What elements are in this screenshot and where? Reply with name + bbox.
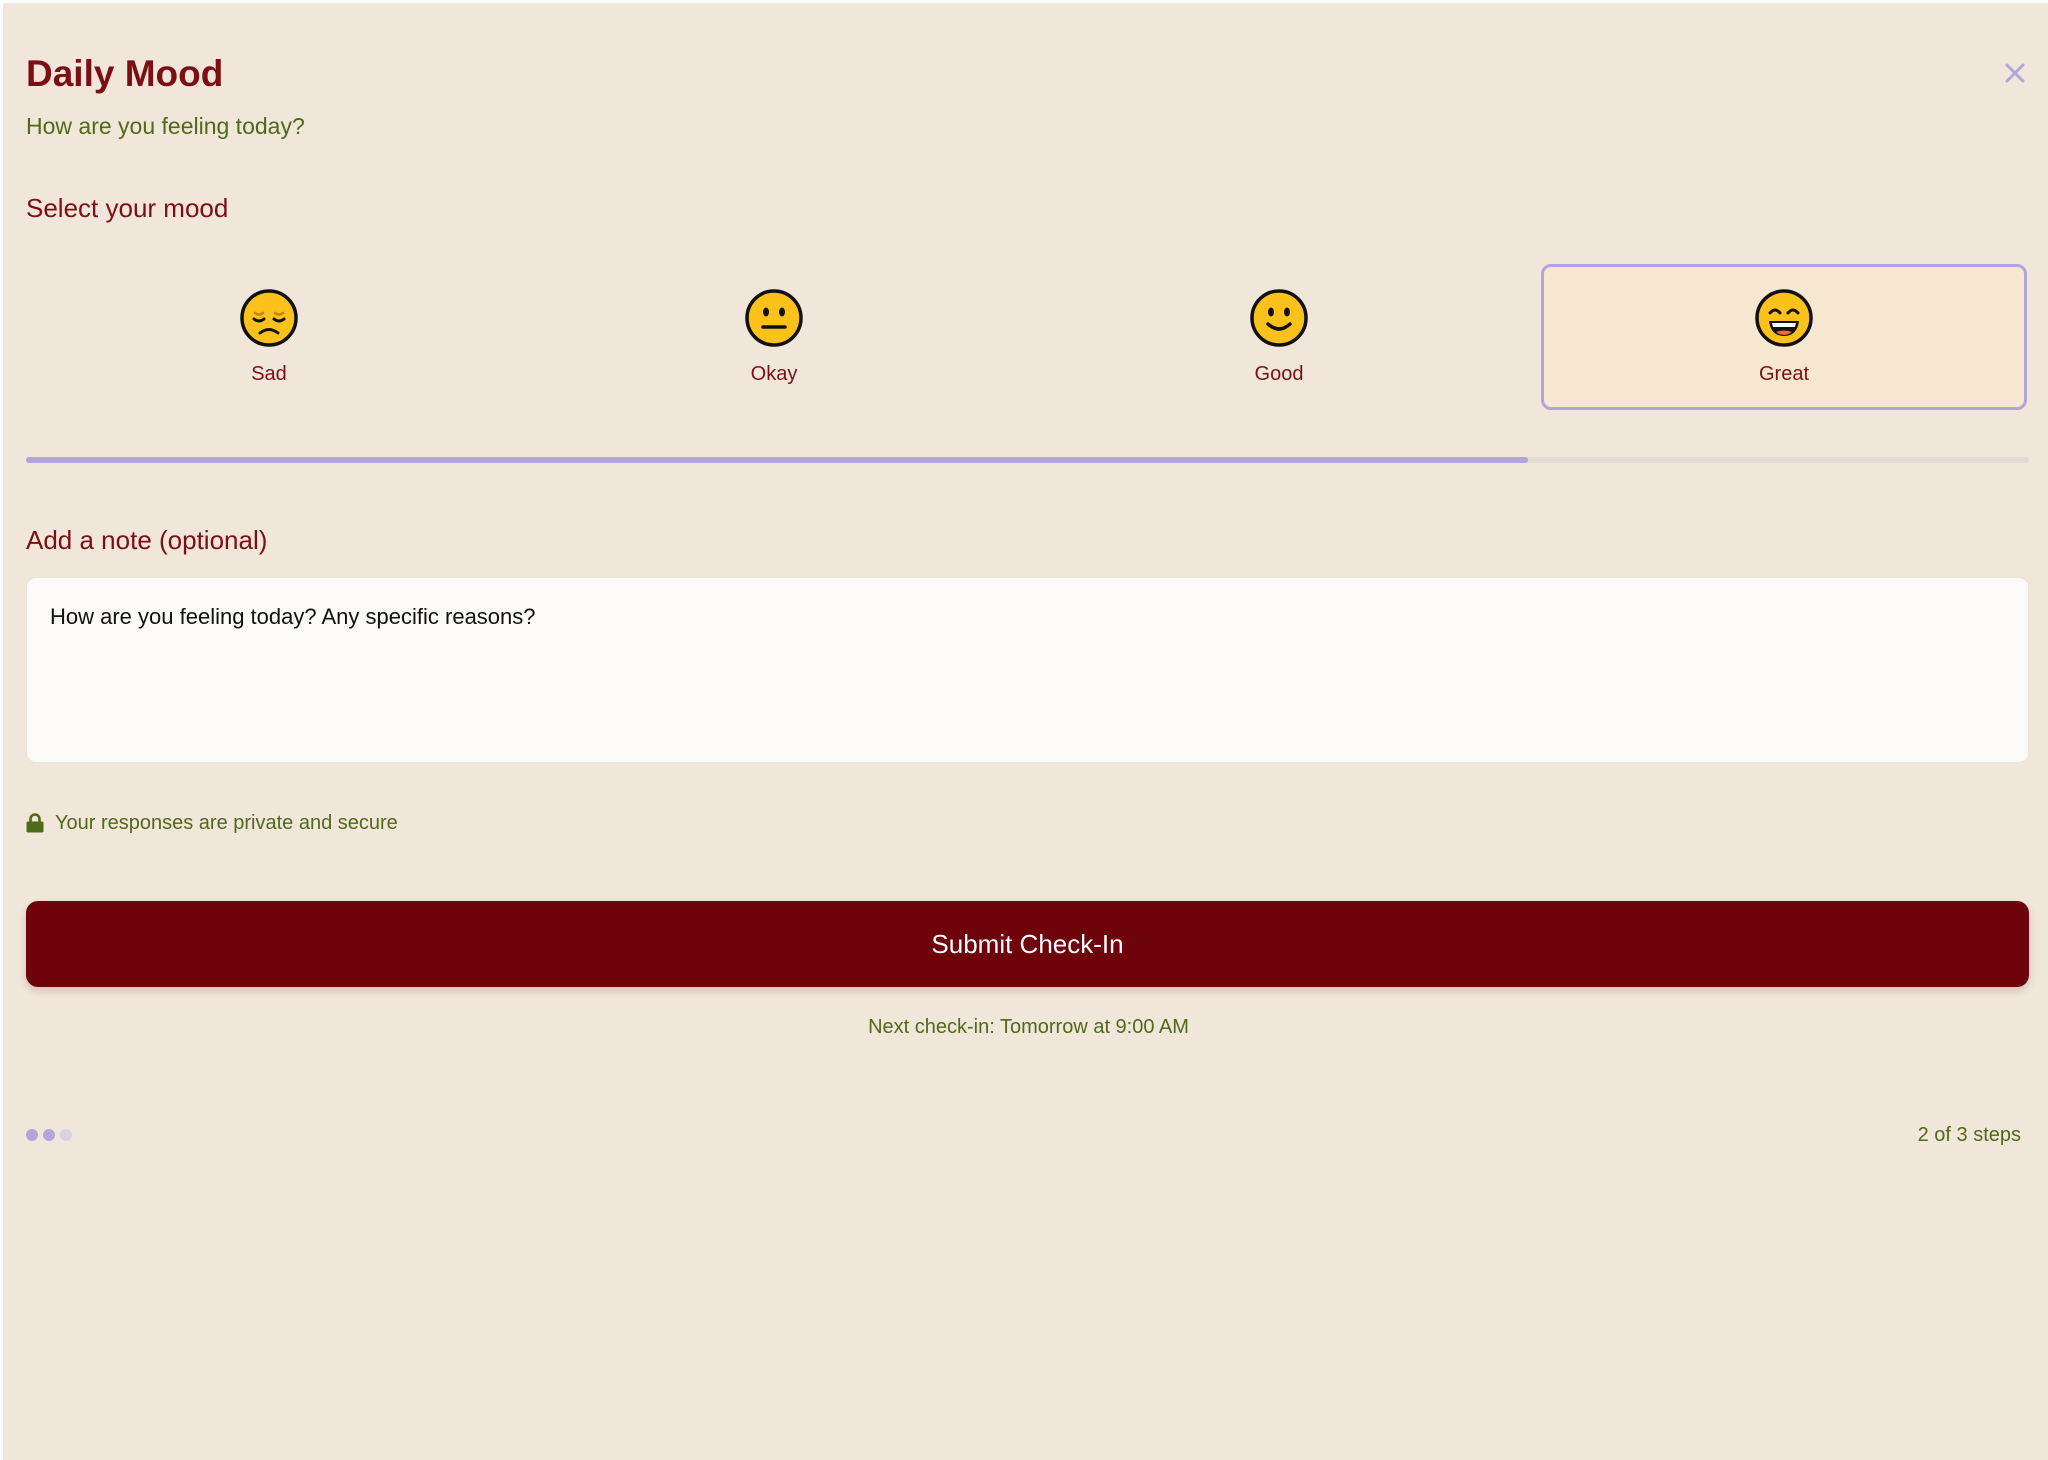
close-button[interactable] xyxy=(1999,57,2031,89)
page-title: Daily Mood xyxy=(26,53,224,94)
page-subtitle: How are you feeling today? xyxy=(26,113,305,139)
smiling-face-icon xyxy=(1249,288,1309,348)
mood-label: Great xyxy=(1758,363,1810,385)
mood-option-okay[interactable]: Okay xyxy=(531,264,1017,410)
pensive-face-icon xyxy=(239,288,299,348)
mood-option-sad[interactable]: Sad xyxy=(26,264,512,410)
step-count: 2 of 3 steps xyxy=(1917,1124,2021,1146)
lock-icon xyxy=(26,813,44,833)
mood-progress-fill xyxy=(26,457,1529,463)
mood-label: Okay xyxy=(750,363,798,385)
privacy-notice: Your responses are private and secure xyxy=(26,809,398,837)
grinning-face-icon xyxy=(1754,288,1814,348)
mood-label: Good xyxy=(1254,363,1304,385)
mood-section-label: Select your mood xyxy=(26,193,229,223)
neutral-face-icon xyxy=(744,288,804,348)
step-dot xyxy=(26,1129,38,1141)
mood-progress-bar xyxy=(26,457,2029,463)
step-dot xyxy=(43,1129,55,1141)
daily-mood-panel: Daily Mood How are you feeling today? Se… xyxy=(3,3,2048,1460)
note-textarea[interactable]: How are you feeling today? Any specific … xyxy=(26,577,2029,763)
step-dot xyxy=(60,1129,72,1141)
mood-option-good[interactable]: Good xyxy=(1036,264,1522,410)
submit-check-in-button[interactable]: Submit Check-In xyxy=(26,901,2029,987)
privacy-text: Your responses are private and secure xyxy=(55,812,398,834)
next-check-in-text: Next check-in: Tomorrow at 9:00 AM xyxy=(868,1016,1189,1038)
note-section-label: Add a note (optional) xyxy=(26,525,268,555)
mood-label: Sad xyxy=(251,363,287,385)
close-icon xyxy=(2005,63,2025,83)
mood-option-great[interactable]: Great xyxy=(1541,264,2027,410)
